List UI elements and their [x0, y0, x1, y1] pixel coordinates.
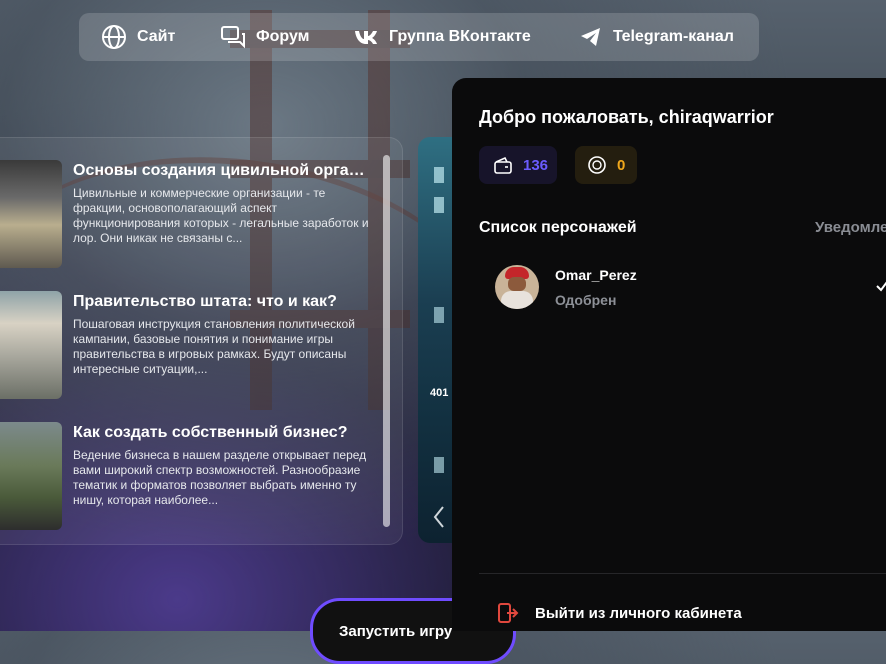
chevron-left-icon[interactable]	[432, 505, 446, 529]
news-thumbnail	[0, 160, 62, 268]
news-list: Основы создания цивильной организации Ци…	[0, 137, 403, 545]
vk-icon	[355, 31, 377, 44]
logout-label: Выйти из личного кабинета	[535, 604, 742, 622]
news-title: Как создать собственный бизнес?	[73, 424, 348, 441]
news-thumbnail	[0, 291, 62, 399]
wallet-icon	[494, 156, 512, 174]
news-title: Правительство штата: что и как?	[73, 293, 337, 310]
news-item[interactable]: Основы создания цивильной организации Ци…	[0, 160, 380, 270]
coins-value: 0	[617, 156, 626, 174]
character-avatar[interactable]	[495, 265, 539, 309]
launch-game-label: Запустить игру	[339, 623, 453, 640]
balance-value: 136	[523, 156, 549, 174]
profile-panel: Добро пожаловать, chiraqwarrior 136 0 Сп…	[452, 78, 886, 631]
chat-icon	[221, 26, 245, 49]
news-description: Ведение бизнеса в нашем разделе открывае…	[73, 448, 367, 507]
nav-site-link[interactable]: Сайт	[101, 13, 175, 61]
nav-vk-label: Группа ВКонтакте	[389, 28, 531, 45]
news-description: Цивильные и коммерческие организации - т…	[73, 186, 369, 245]
nav-forum-link[interactable]: Форум	[220, 13, 310, 61]
telegram-icon	[581, 28, 600, 46]
news-item[interactable]: Как создать собственный бизнес? Ведение …	[0, 422, 380, 532]
nav-telegram-link[interactable]: Telegram-канал	[579, 13, 734, 61]
nav-vk-link[interactable]: Группа ВКонтакте	[353, 13, 531, 61]
news-scrollbar[interactable]	[383, 155, 390, 527]
nav-forum-label: Форум	[256, 28, 310, 45]
coins-chip[interactable]: 0	[575, 146, 637, 184]
coin-icon	[588, 156, 606, 174]
news-scrollbar-thumb[interactable]	[383, 155, 390, 527]
character-status: Одобрен	[555, 292, 617, 308]
welcome-title: Добро пожаловать, chiraqwarrior	[479, 107, 774, 127]
characters-section-title: Список персонажей	[479, 219, 637, 236]
character-name[interactable]: Omar_Perez	[555, 267, 637, 283]
notifications-tab[interactable]: Уведомления	[815, 219, 886, 236]
banner-building-number: 401	[430, 387, 449, 399]
panel-divider	[479, 573, 886, 574]
news-description: Пошаговая инструкция становления политич…	[73, 317, 355, 376]
balance-chip[interactable]: 136	[479, 146, 557, 184]
logout-button[interactable]: Выйти из личного кабинета	[497, 602, 742, 624]
nav-site-label: Сайт	[137, 28, 176, 45]
nav-telegram-label: Telegram-канал	[613, 28, 734, 45]
news-item[interactable]: Правительство штата: что и как? Пошагова…	[0, 291, 380, 401]
news-title: Основы создания цивильной организации	[73, 162, 373, 179]
news-thumbnail	[0, 422, 62, 530]
top-navigation: Сайт Форум Группа ВКонтакте Telegram-кан…	[79, 13, 759, 61]
globe-icon	[102, 25, 126, 49]
logout-icon	[498, 603, 519, 623]
check-icon	[876, 281, 886, 292]
